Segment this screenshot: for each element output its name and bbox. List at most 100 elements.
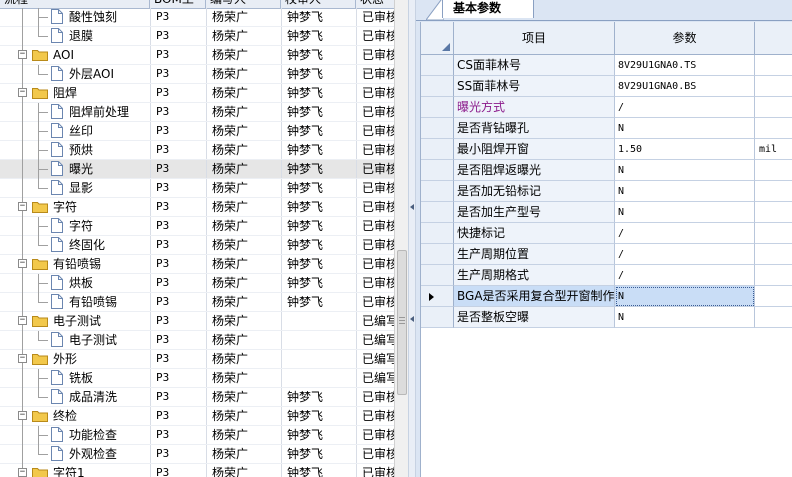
tree-row[interactable]: 铣板 P3 杨荣广 已编写 xyxy=(0,369,394,388)
collapse-toggle-icon[interactable]: − xyxy=(18,259,27,268)
tree-row[interactable]: 曝光 P3 杨荣广 钟梦飞 已审核 xyxy=(0,160,394,179)
tab-basic-params[interactable]: 基本参数 xyxy=(442,0,534,18)
reviewer-cell xyxy=(287,369,353,387)
param-value[interactable]: / xyxy=(615,97,755,118)
tree-row[interactable]: 酸性蚀刻 P3 杨荣广 钟梦飞 已审核 xyxy=(0,8,394,27)
param-value[interactable]: / xyxy=(615,223,755,244)
row-indicator[interactable] xyxy=(421,223,454,244)
tree-vertical-scrollbar[interactable] xyxy=(394,0,408,477)
tree-row[interactable]: 阻焊前处理 P3 杨荣广 钟梦飞 已审核 xyxy=(0,103,394,122)
collapse-toggle-icon[interactable]: − xyxy=(18,88,27,97)
param-row[interactable]: 生产周期位置 / xyxy=(421,244,792,265)
scrollbar-thumb[interactable] xyxy=(397,250,407,395)
tree-row[interactable]: 功能检查 P3 杨荣广 钟梦飞 已审核 xyxy=(0,426,394,445)
param-row[interactable]: SS面菲林号 8V29U1GNA0.BS xyxy=(421,76,792,97)
tree-row[interactable]: 字符 P3 杨荣广 钟梦飞 已审核 xyxy=(0,217,394,236)
collapse-toggle-icon[interactable]: − xyxy=(18,202,27,211)
param-row[interactable]: 快捷标记 / xyxy=(421,223,792,244)
tree-row[interactable]: 预烘 P3 杨荣广 钟梦飞 已审核 xyxy=(0,141,394,160)
param-value[interactable]: / xyxy=(615,265,755,286)
param-value[interactable]: / xyxy=(615,244,755,265)
tree-row[interactable]: 退膜 P3 杨荣广 钟梦飞 已审核 xyxy=(0,27,394,46)
grid-corner[interactable] xyxy=(421,22,454,54)
header-author[interactable]: 编写人 xyxy=(206,0,281,8)
row-indicator[interactable] xyxy=(421,265,454,286)
row-indicator[interactable] xyxy=(421,181,454,202)
tree-group-row[interactable]: − 字符1 P3 杨荣广 钟梦飞 已审核 xyxy=(0,464,394,477)
bom-cell: P3 xyxy=(156,295,170,308)
tree-row[interactable]: 外观检查 P3 杨荣广 钟梦飞 已审核 xyxy=(0,445,394,464)
tree-row[interactable]: 有铅喷锡 P3 杨荣广 钟梦飞 已审核 xyxy=(0,293,394,312)
tree-row[interactable]: 显影 P3 杨荣广 钟梦飞 已审核 xyxy=(0,179,394,198)
header-status[interactable]: 状态 xyxy=(356,0,394,8)
param-value[interactable]: N xyxy=(615,160,755,181)
tree-guide-line xyxy=(38,103,39,122)
param-row[interactable]: 是否加无铅标记 N xyxy=(421,181,792,202)
tree-row[interactable]: 成品清洗 P3 杨荣广 钟梦飞 已审核 xyxy=(0,388,394,407)
tree-row[interactable]: 烘板 P3 杨荣广 钟梦飞 已审核 xyxy=(0,274,394,293)
param-row[interactable]: BGA是否采用复合型开窗制作 N xyxy=(421,286,792,307)
collapse-left-icon[interactable] xyxy=(410,204,414,210)
param-row[interactable]: 是否加生产型号 N xyxy=(421,202,792,223)
tree-group-row[interactable]: − 终检 P3 杨荣广 钟梦飞 已审核 xyxy=(0,407,394,426)
param-value[interactable]: N xyxy=(615,181,755,202)
row-indicator[interactable] xyxy=(421,76,454,97)
tree-guide-line xyxy=(38,179,39,189)
tree-branch-line xyxy=(38,397,48,398)
header-reviewer[interactable]: 校审人 xyxy=(281,0,356,8)
row-indicator[interactable] xyxy=(421,160,454,181)
column-divider xyxy=(150,141,151,159)
collapse-toggle-icon[interactable]: − xyxy=(18,468,27,477)
header-process[interactable]: 流程 xyxy=(0,0,150,8)
collapse-toggle-icon[interactable]: − xyxy=(18,316,27,325)
tree-group-row[interactable]: − 外形 P3 杨荣广 已编写 xyxy=(0,350,394,369)
collapse-toggle-icon[interactable]: − xyxy=(18,354,27,363)
panel-splitter[interactable] xyxy=(408,0,416,477)
row-indicator[interactable] xyxy=(421,118,454,139)
tree-group-row[interactable]: − 阻焊 P3 杨荣广 钟梦飞 已审核 xyxy=(0,84,394,103)
row-indicator[interactable] xyxy=(421,244,454,265)
param-row[interactable]: 是否阻焊返曝光 N xyxy=(421,160,792,181)
row-indicator[interactable] xyxy=(421,55,454,76)
param-unit xyxy=(755,244,792,265)
param-row[interactable]: 是否整板空曝 N xyxy=(421,307,792,328)
param-row[interactable]: 是否背钻曝孔 N xyxy=(421,118,792,139)
param-value[interactable]: 8V29U1GNA0.BS xyxy=(615,76,755,97)
param-row[interactable]: CS面菲林号 8V29U1GNA0.TS xyxy=(421,55,792,76)
param-value[interactable]: N xyxy=(615,307,755,328)
collapse-toggle-icon[interactable]: − xyxy=(18,50,27,59)
param-row[interactable]: 生产周期格式 / xyxy=(421,265,792,286)
param-value[interactable]: N xyxy=(615,202,755,223)
collapse-left-icon[interactable] xyxy=(410,316,414,322)
tree-row[interactable]: 终固化 P3 杨荣广 钟梦飞 已审核 xyxy=(0,236,394,255)
status-cell: 已审核 xyxy=(362,143,394,157)
tree-group-row[interactable]: − 有铅喷锡 P3 杨荣广 钟梦飞 已审核 xyxy=(0,255,394,274)
property-grid[interactable]: 项目 参数 CS面菲林号 8V29U1GNA0.TS SS面菲林号 8V29U1GNA… xyxy=(420,22,792,477)
header-bom[interactable]: BOM工 xyxy=(150,0,206,8)
tree-row[interactable]: 外层AOI P3 杨荣广 钟梦飞 已审核 xyxy=(0,65,394,84)
tree-node-label: 退膜 xyxy=(69,29,94,43)
tree-group-row[interactable]: − 电子测试 P3 杨荣广 已编写 xyxy=(0,312,394,331)
header-unit[interactable] xyxy=(755,22,792,54)
param-value[interactable]: N xyxy=(615,286,755,307)
row-indicator[interactable] xyxy=(421,139,454,160)
column-divider xyxy=(356,274,357,292)
tree-group-row[interactable]: − AOI P3 杨荣广 钟梦飞 已审核 xyxy=(0,46,394,65)
tree-row[interactable]: 丝印 P3 杨荣广 钟梦飞 已审核 xyxy=(0,122,394,141)
row-indicator[interactable] xyxy=(421,307,454,328)
row-indicator[interactable] xyxy=(421,286,454,307)
tree-row[interactable]: 电子测试 P3 杨荣广 已编写 xyxy=(0,331,394,350)
param-value[interactable]: 1.50 xyxy=(615,139,755,160)
header-item[interactable]: 项目 xyxy=(454,22,615,54)
tree-group-row[interactable]: − 字符 P3 杨荣广 钟梦飞 已审核 xyxy=(0,198,394,217)
process-tree-grid[interactable]: 流程 BOM工 编写人 校审人 状态 酸性蚀刻P3杨荣广钟梦飞已审核退膜P3杨荣… xyxy=(0,0,394,477)
param-row[interactable]: 曝光方式 / xyxy=(421,97,792,118)
param-row[interactable]: 最小阻焊开窗 1.50 mil xyxy=(421,139,792,160)
author-cell: 杨荣广 xyxy=(212,86,249,100)
collapse-toggle-icon[interactable]: − xyxy=(18,411,27,420)
header-param[interactable]: 参数 xyxy=(615,22,755,54)
row-indicator[interactable] xyxy=(421,97,454,118)
param-value[interactable]: N xyxy=(615,118,755,139)
param-value[interactable]: 8V29U1GNA0.TS xyxy=(615,55,755,76)
row-indicator[interactable] xyxy=(421,202,454,223)
